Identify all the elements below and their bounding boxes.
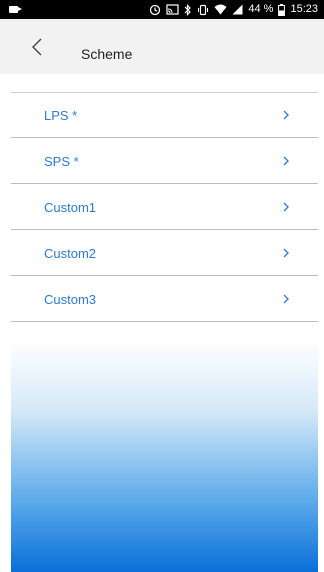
bluetooth-icon xyxy=(184,3,192,16)
alarm-icon xyxy=(150,4,161,15)
gradient-background xyxy=(11,340,318,572)
scheme-list: LPS * SPS * Custom1 Custom2 Custom3 xyxy=(0,92,324,322)
battery-percent: 44 % xyxy=(248,3,274,15)
cast-icon xyxy=(166,4,179,15)
scheme-item-custom2[interactable]: Custom2 xyxy=(0,230,324,276)
signal-icon xyxy=(232,4,243,15)
back-button[interactable] xyxy=(28,37,46,57)
chevron-right-icon xyxy=(283,248,289,258)
scheme-item-custom3[interactable]: Custom3 xyxy=(0,276,324,322)
chevron-right-icon xyxy=(283,110,289,120)
scheme-item-sps[interactable]: SPS * xyxy=(0,138,324,184)
vibrate-icon xyxy=(198,4,209,15)
wifi-icon xyxy=(214,4,227,15)
scheme-item-custom1[interactable]: Custom1 xyxy=(0,184,324,230)
scheme-item-label: Custom1 xyxy=(44,200,97,215)
app-header: Scheme xyxy=(0,19,324,74)
chevron-right-icon xyxy=(283,156,289,166)
chevron-right-icon xyxy=(283,294,289,304)
chevron-right-icon xyxy=(283,202,289,212)
scheme-item-label: LPS * xyxy=(44,108,78,123)
divider xyxy=(11,321,318,322)
clock: 15:23 xyxy=(290,3,318,15)
status-bar: 44 % 15:23 xyxy=(0,0,324,19)
page-title: Scheme xyxy=(81,46,133,62)
scheme-item-label: Custom2 xyxy=(44,246,97,261)
scheme-item-label: Custom3 xyxy=(44,292,97,307)
video-icon xyxy=(9,6,22,13)
chevron-left-icon xyxy=(32,38,42,56)
status-icons: 44 % 15:23 xyxy=(149,2,318,17)
battery-icon xyxy=(278,3,286,16)
scheme-item-lps[interactable]: LPS * xyxy=(0,92,324,138)
scheme-item-label: SPS * xyxy=(44,154,79,169)
